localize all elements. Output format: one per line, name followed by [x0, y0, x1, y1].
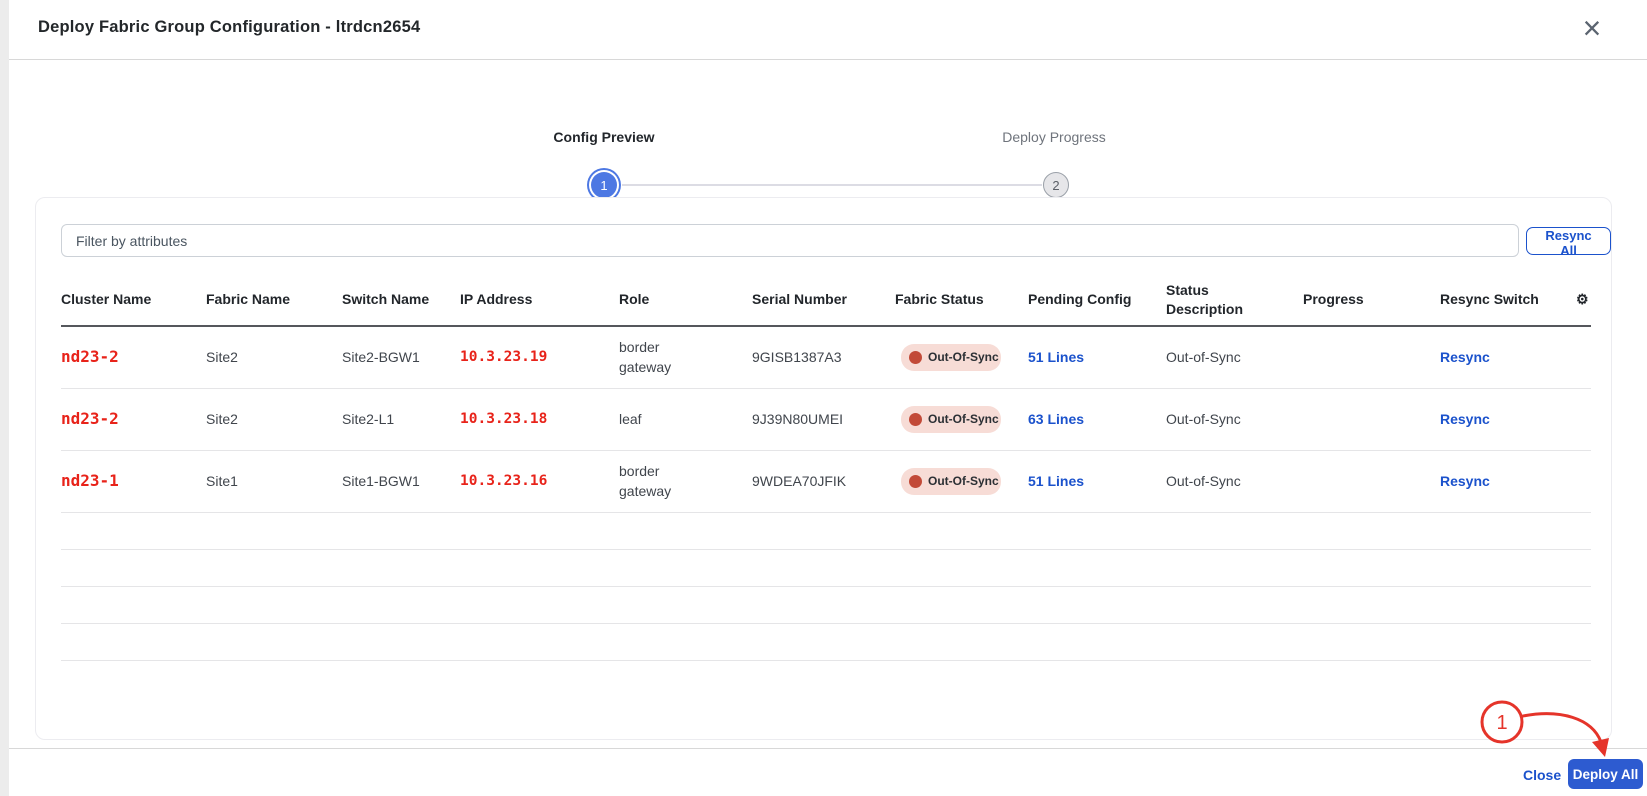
serial-number: 9GISB1387A3 [752, 348, 895, 368]
dialog-header: Deploy Fabric Group Configuration - ltrd… [9, 0, 1647, 60]
status-description: Out-of-Sync [1166, 410, 1303, 430]
cluster-name: nd23-2 [61, 408, 206, 430]
filter-input[interactable] [61, 224, 1519, 257]
out-of-sync-badge: Out-Of-Sync [901, 344, 1001, 371]
role: leaf [619, 410, 752, 430]
out-of-sync-badge: Out-Of-Sync [901, 468, 1001, 495]
out-of-sync-badge: Out-Of-Sync [901, 406, 1001, 433]
dialog-title: Deploy Fabric Group Configuration - ltrd… [38, 18, 420, 37]
col-resync-switch: Resync Switch [1440, 290, 1576, 309]
table-row: nd23-2 Site2 Site2-BGW1 10.3.23.19 borde… [61, 327, 1591, 389]
deploy-all-button[interactable]: Deploy All [1568, 759, 1643, 789]
col-fabric-status: Fabric Status [895, 290, 1028, 309]
table-header-row: Cluster Name Fabric Name Switch Name IP … [61, 274, 1591, 327]
wizard-stepper: 1 Config Preview 2 Deploy Progress [9, 85, 1647, 165]
ip-address: 10.3.23.19 [460, 347, 619, 367]
status-dot-icon [909, 475, 922, 488]
dialog-footer: Close Deploy All [9, 748, 1647, 796]
switch-name: Site2-BGW1 [342, 348, 460, 368]
stepper-connector-line [622, 184, 1042, 186]
resync-switch: Resync [1440, 472, 1576, 492]
table-settings-gear-icon[interactable]: ⚙ [1576, 290, 1594, 309]
col-cluster-name: Cluster Name [61, 290, 206, 309]
empty-table-row [61, 513, 1591, 550]
fabric-name: Site2 [206, 410, 342, 430]
status-dot-icon [909, 413, 922, 426]
switch-name: Site2-L1 [342, 410, 460, 430]
resync-switch: Resync [1440, 348, 1576, 368]
config-preview-panel: Resync All Cluster Name Fabric Name Swit… [35, 197, 1612, 740]
resync-link[interactable]: Resync [1440, 411, 1490, 427]
col-fabric-name: Fabric Name [206, 290, 342, 309]
step-1-label: Config Preview [494, 129, 714, 145]
col-progress: Progress [1303, 290, 1440, 309]
pending-config-link[interactable]: 51 Lines [1028, 349, 1084, 365]
pending-config: 51 Lines [1028, 472, 1166, 492]
table-row: nd23-1 Site1 Site1-BGW1 10.3.23.16 borde… [61, 451, 1591, 513]
col-pending-config: Pending Config [1028, 290, 1166, 309]
col-switch-name: Switch Name [342, 290, 460, 309]
ip-address: 10.3.23.16 [460, 471, 619, 491]
fabric-status: Out-Of-Sync [895, 406, 1028, 433]
resync-all-button[interactable]: Resync All [1526, 227, 1611, 255]
col-role: Role [619, 290, 752, 309]
pending-config-link[interactable]: 51 Lines [1028, 473, 1084, 489]
status-description: Out-of-Sync [1166, 472, 1303, 492]
status-description: Out-of-Sync [1166, 348, 1303, 368]
deploy-fabric-group-dialog: Deploy Fabric Group Configuration - ltrd… [9, 0, 1647, 796]
serial-number: 9WDEA70JFIK [752, 472, 895, 492]
fabric-status: Out-Of-Sync [895, 468, 1028, 495]
pending-config: 51 Lines [1028, 348, 1166, 368]
table-row: nd23-2 Site2 Site2-L1 10.3.23.18 leaf 9J… [61, 389, 1591, 451]
status-dot-icon [909, 351, 922, 364]
fabric-status: Out-Of-Sync [895, 344, 1028, 371]
step-2-circle[interactable]: 2 [1043, 172, 1069, 198]
empty-table-row [61, 587, 1591, 624]
serial-number: 9J39N80UMEI [752, 410, 895, 430]
fabric-name: Site1 [206, 472, 342, 492]
role: border gateway [619, 338, 752, 377]
resync-link[interactable]: Resync [1440, 473, 1490, 489]
switch-name: Site1-BGW1 [342, 472, 460, 492]
cluster-name: nd23-2 [61, 346, 206, 368]
step-2-label: Deploy Progress [944, 129, 1164, 145]
empty-table-row [61, 550, 1591, 587]
pending-config-link[interactable]: 63 Lines [1028, 411, 1084, 427]
role: border gateway [619, 462, 752, 501]
resync-switch: Resync [1440, 410, 1576, 430]
col-serial-number: Serial Number [752, 290, 895, 309]
page-background-edge [0, 0, 9, 796]
step-1-circle[interactable]: 1 [591, 172, 617, 198]
ip-address: 10.3.23.18 [460, 409, 619, 429]
close-icon[interactable]: × [1570, 6, 1614, 50]
resync-link[interactable]: Resync [1440, 349, 1490, 365]
switches-table: Cluster Name Fabric Name Switch Name IP … [61, 274, 1591, 661]
close-button[interactable]: Close [1523, 767, 1561, 783]
col-status-description: Status Description [1166, 281, 1303, 319]
empty-table-row [61, 624, 1591, 661]
cluster-name: nd23-1 [61, 470, 206, 492]
pending-config: 63 Lines [1028, 410, 1166, 430]
col-ip-address: IP Address [460, 290, 619, 309]
fabric-name: Site2 [206, 348, 342, 368]
